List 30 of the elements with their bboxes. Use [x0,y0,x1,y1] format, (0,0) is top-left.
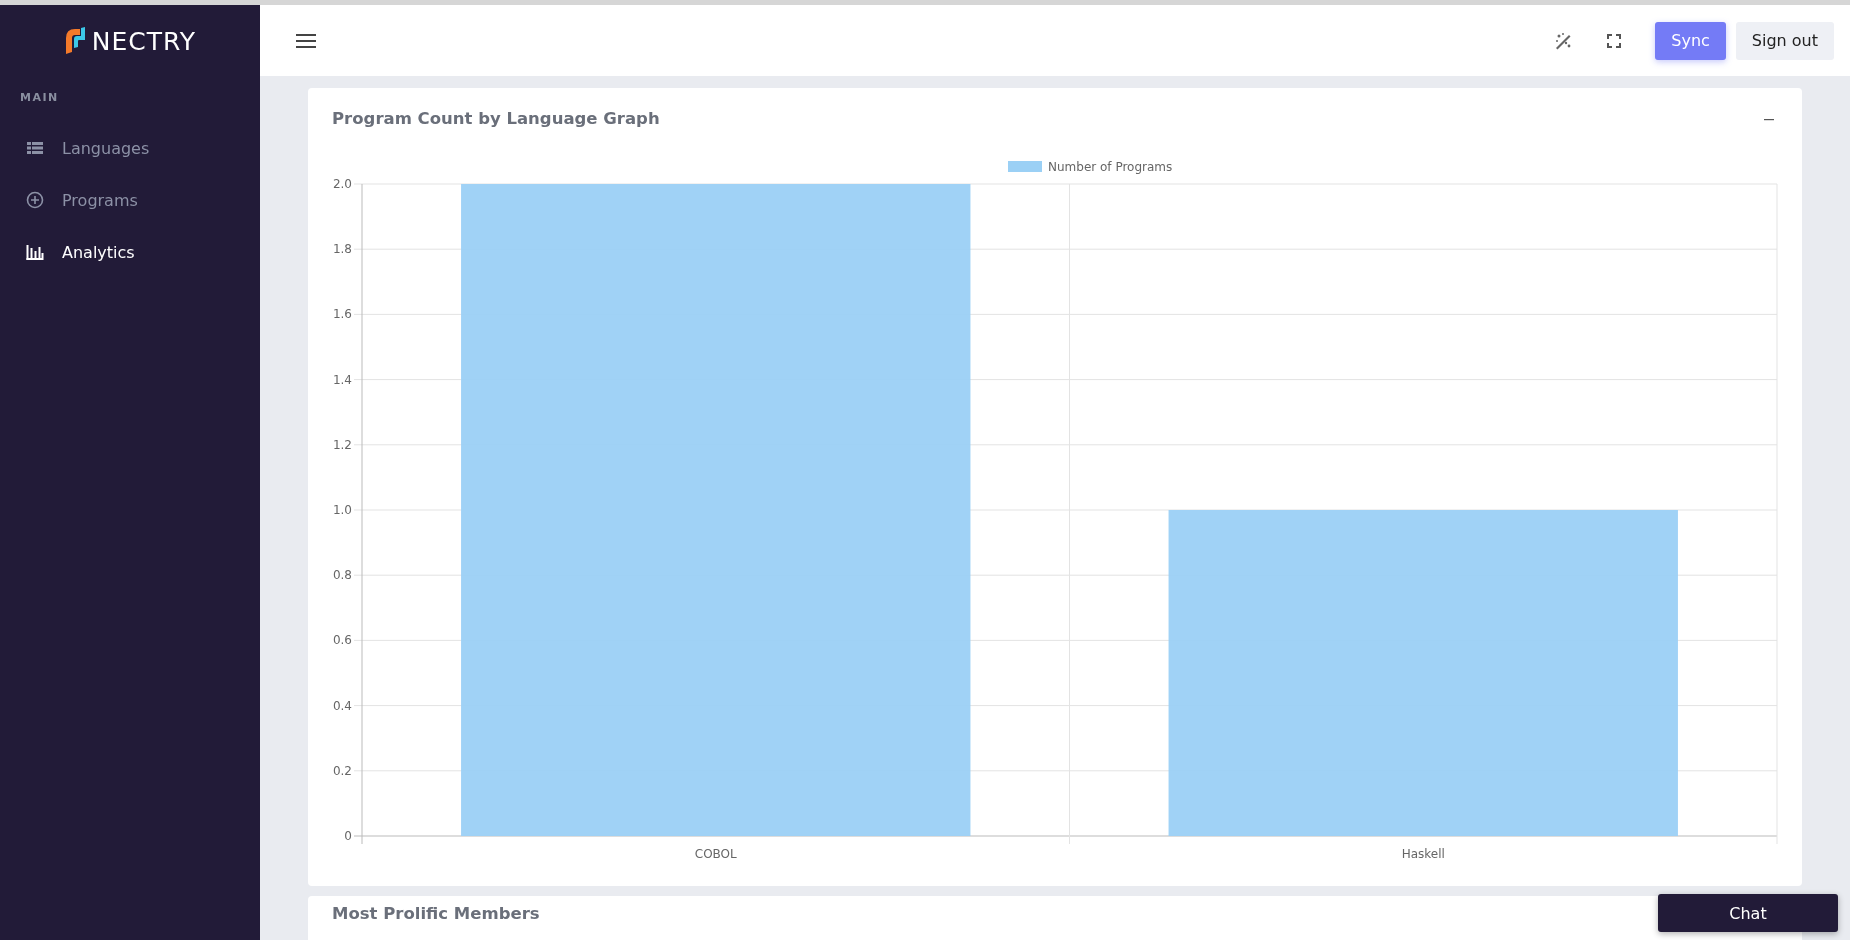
y-tick-label: 0.4 [332,698,352,713]
chat-button[interactable]: Chat [1658,894,1838,932]
y-tick-label: 2.0 [332,177,352,191]
section-label: MAIN [19,90,60,106]
y-tick-label: 0.2 [332,763,352,778]
legend-label: Number of Programs [1048,160,1173,174]
sync-button[interactable]: Sync [1655,21,1726,60]
nav-item[interactable]: Languages [0,122,260,174]
logo-icon [63,26,86,56]
chart-legend: Number of Programs [1008,160,1173,174]
y-tick-label: 0.8 [332,568,352,583]
bar-chart-icon [26,244,44,260]
y-tick-label: 0.6 [332,633,352,648]
x-tick-label: COBOL [694,847,737,861]
collapse-button[interactable]: – [1760,107,1778,129]
nav-item[interactable]: Analytics [0,226,260,278]
y-tick-label: 0 [344,829,352,843]
card-title: Most Prolific Members [332,904,540,923]
x-tick-label: Haskell [1401,847,1445,861]
y-tick-label: 1.8 [332,242,352,257]
brand-name: NECTRY [91,26,197,56]
plus-circle-icon [26,191,44,209]
y-tick-label: 1.2 [332,437,352,452]
sign-out-button[interactable]: Sign out [1735,21,1834,60]
y-tick-label: 1.0 [332,503,352,517]
list-icon [26,141,44,155]
y-tick-label: 1.4 [332,372,352,387]
card-title: Program Count by Language Graph [332,108,660,128]
y-tick-label: 1.6 [332,307,352,322]
nav-item[interactable]: Programs [0,174,260,226]
